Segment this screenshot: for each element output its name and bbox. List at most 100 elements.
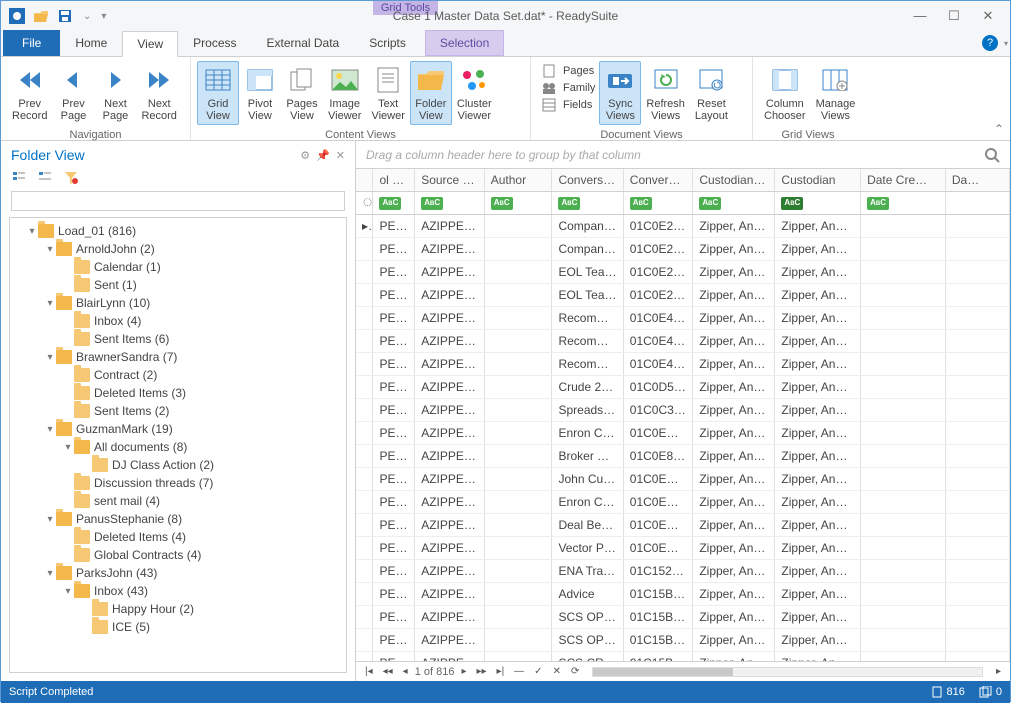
- minimize-button[interactable]: —: [906, 8, 934, 24]
- tree-node[interactable]: ICE (5): [16, 618, 340, 636]
- tree-node[interactable]: ▾ArnoldJohn (2): [16, 240, 340, 258]
- tree-node[interactable]: ▾BlairLynn (10): [16, 294, 340, 312]
- panel-options-icon[interactable]: ⚙: [300, 149, 310, 162]
- expand-icon[interactable]: ▾: [44, 298, 56, 309]
- table-row[interactable]: PER_0…AZIPPER_0…SCS CRUDE…01C15BE7F…Zipp…: [356, 652, 1010, 661]
- table-row[interactable]: PER_0…AZIPPER_0…John Cummi…01C0EDEEB…Zip…: [356, 468, 1010, 491]
- column-header[interactable]: Source File: [415, 169, 485, 191]
- column-chooser-button[interactable]: Column Chooser: [759, 61, 811, 125]
- expand-icon[interactable]: ▾: [44, 352, 56, 363]
- filter-cell[interactable]: ABC: [861, 192, 946, 214]
- tree-node[interactable]: sent mail (4): [16, 492, 340, 510]
- filter-cell[interactable]: ABC: [552, 192, 623, 214]
- tree-node[interactable]: Deleted Items (4): [16, 528, 340, 546]
- pager-refresh-icon[interactable]: ⟳: [568, 666, 582, 677]
- panel-pin-icon[interactable]: 📌: [316, 149, 330, 162]
- table-row[interactable]: PER_0…AZIPPER_0…Enron Conc…01C0EE849…Zip…: [356, 491, 1010, 514]
- pager-last-icon[interactable]: ▸|: [494, 666, 508, 677]
- column-header[interactable]: Conversatio…: [624, 169, 694, 191]
- tree-node[interactable]: Happy Hour (2): [16, 600, 340, 618]
- grid-search-icon[interactable]: [984, 147, 1000, 163]
- tree-expand-icon[interactable]: [11, 169, 27, 185]
- qat-overflow[interactable]: ▾: [101, 11, 106, 22]
- tree-node[interactable]: DJ Class Action (2): [16, 456, 340, 474]
- tab-process[interactable]: Process: [178, 30, 251, 56]
- panel-close-icon[interactable]: ✕: [336, 149, 345, 162]
- folder-search-input[interactable]: [11, 191, 345, 211]
- family-toggle[interactable]: Family: [541, 80, 595, 96]
- table-row[interactable]: PER_0…AZIPPER_0…ENA Tradin…01C152A4D…Zip…: [356, 560, 1010, 583]
- filter-cell[interactable]: ABC: [624, 192, 694, 214]
- grid-body[interactable]: ▸PER_0…AZIPPER_0…Companies …01C0E20F2…Zi…: [356, 215, 1010, 661]
- tree-node[interactable]: ▾BrawnerSandra (7): [16, 348, 340, 366]
- table-row[interactable]: PER_0…AZIPPER_0…Deal Bench …01C0EEC6F…Zi…: [356, 514, 1010, 537]
- grid-view-button[interactable]: Grid View: [197, 61, 239, 125]
- group-by-hint[interactable]: Drag a column header here to group by th…: [366, 148, 641, 162]
- table-row[interactable]: PER_0…AZIPPER_0…Recommend…01C0E42F8…Zipp…: [356, 353, 1010, 376]
- tree-node[interactable]: ▾PanusStephanie (8): [16, 510, 340, 528]
- tree-node[interactable]: ▾Inbox (43): [16, 582, 340, 600]
- help-dropdown[interactable]: ▾: [1004, 39, 1008, 48]
- table-row[interactable]: PER_0…AZIPPER_0…SCS OPENI…01C15BE53…Zipp…: [356, 629, 1010, 652]
- reset-layout-button[interactable]: Reset Layout: [690, 61, 733, 125]
- pager-prev-icon[interactable]: ◂: [400, 666, 411, 677]
- help-icon[interactable]: ?: [982, 35, 998, 51]
- column-header[interactable]: Da…: [946, 169, 1010, 191]
- pages-view-button[interactable]: Pages View: [281, 61, 323, 125]
- table-row[interactable]: PER_0…AZIPPER_0…Enron Conc…01C0EE849…Zip…: [356, 422, 1010, 445]
- filter-cell[interactable]: ABC: [415, 192, 485, 214]
- table-row[interactable]: PER_0…AZIPPER_0…Recommend…01C0E42F8…Zipp…: [356, 307, 1010, 330]
- tree-node[interactable]: Deleted Items (3): [16, 384, 340, 402]
- expand-icon[interactable]: ▾: [44, 568, 56, 579]
- pager-prevpage-icon[interactable]: ◂◂: [380, 666, 396, 677]
- expand-icon[interactable]: ▾: [26, 226, 38, 237]
- table-row[interactable]: PER_0…AZIPPER_0…Vector Pipeli…01C0EEA5E……: [356, 537, 1010, 560]
- column-header[interactable]: ol Nu…: [373, 169, 415, 191]
- prev-page-button[interactable]: Prev Page: [52, 61, 94, 125]
- pager-accept-icon[interactable]: ✓: [531, 666, 545, 677]
- expand-icon[interactable]: ▾: [62, 586, 74, 597]
- table-row[interactable]: PER_0…AZIPPER_0…EOL Team C…01C0E246D…Zip…: [356, 261, 1010, 284]
- tree-node[interactable]: Discussion threads (7): [16, 474, 340, 492]
- image-viewer-button[interactable]: Image Viewer: [323, 61, 366, 125]
- tab-external-data[interactable]: External Data: [252, 30, 355, 56]
- table-row[interactable]: ▸PER_0…AZIPPER_0…Companies …01C0E20F2…Zi…: [356, 215, 1010, 238]
- qat-dropdown[interactable]: ⌄: [83, 11, 91, 22]
- tree-node[interactable]: Inbox (4): [16, 312, 340, 330]
- tree-node[interactable]: Sent (1): [16, 276, 340, 294]
- table-row[interactable]: PER_0…AZIPPER_0…Spreads Tra…01C0C39FB…Zi…: [356, 399, 1010, 422]
- expand-icon[interactable]: ▾: [44, 514, 56, 525]
- grid-filter-row[interactable]: ঃABCABCABCABCABCABCABCABC: [356, 192, 1010, 215]
- folder-view-button[interactable]: Folder View: [410, 61, 452, 125]
- horizontal-scrollbar[interactable]: [592, 667, 983, 677]
- tree-node[interactable]: ▾ParksJohn (43): [16, 564, 340, 582]
- tree-node[interactable]: Sent Items (2): [16, 402, 340, 420]
- tab-selection[interactable]: Selection: [425, 30, 504, 56]
- tab-scripts[interactable]: Scripts: [354, 30, 421, 56]
- column-header[interactable]: Conversation: [552, 169, 623, 191]
- filter-cell[interactable]: ABC: [373, 192, 415, 214]
- tree-node[interactable]: Global Contracts (4): [16, 546, 340, 564]
- filter-cell[interactable]: [946, 192, 1010, 214]
- tab-file[interactable]: File: [3, 30, 60, 56]
- grid-header-row[interactable]: ol Nu…Source FileAuthorConversationConve…: [356, 169, 1010, 192]
- cluster-viewer-button[interactable]: Cluster Viewer: [452, 61, 497, 125]
- save-icon[interactable]: [57, 8, 73, 24]
- folder-tree[interactable]: ▾Load_01 (816)▾ArnoldJohn (2)Calendar (1…: [10, 218, 346, 640]
- next-record-button[interactable]: Next Record: [136, 61, 181, 125]
- table-row[interactable]: PER_0…AZIPPER_0…SCS OPENI…01C15BE40…Zipp…: [356, 606, 1010, 629]
- tab-view[interactable]: View: [122, 31, 178, 57]
- column-header[interactable]: [356, 169, 373, 191]
- table-row[interactable]: PER_0…AZIPPER_0…Broker Rep…01C0E88B3…Zip…: [356, 445, 1010, 468]
- collapse-ribbon-icon[interactable]: ⌃: [994, 122, 1004, 136]
- filter-cell[interactable]: ঃ: [356, 192, 373, 214]
- tree-node[interactable]: Calendar (1): [16, 258, 340, 276]
- table-row[interactable]: PER_0…AZIPPER_0…EOL Team C…01C0E246D…Zip…: [356, 284, 1010, 307]
- table-row[interactable]: PER_0…AZIPPER_0…Recommend…01C0E42F8…Zipp…: [356, 330, 1010, 353]
- text-viewer-button[interactable]: Text Viewer: [366, 61, 409, 125]
- tree-node[interactable]: Sent Items (6): [16, 330, 340, 348]
- expand-icon[interactable]: ▾: [62, 442, 74, 453]
- tree-node[interactable]: ▾Load_01 (816): [16, 222, 340, 240]
- column-header[interactable]: Date Cre…: [861, 169, 946, 191]
- prev-record-button[interactable]: Prev Record: [7, 61, 52, 125]
